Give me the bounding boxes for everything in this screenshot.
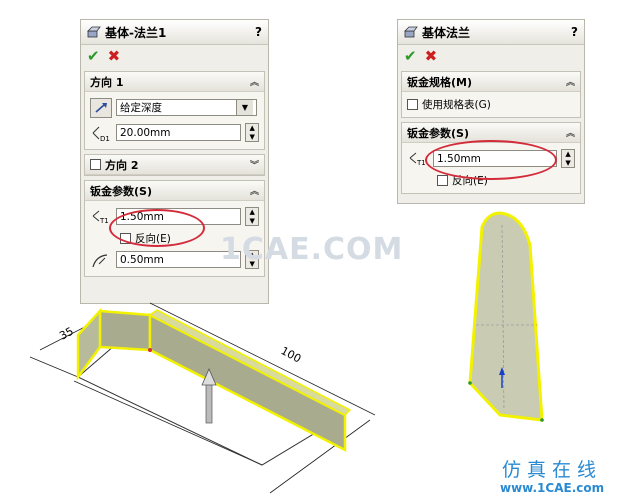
- depth-spinner[interactable]: ▲ ▼: [245, 123, 259, 142]
- bend-radius-icon: [90, 250, 112, 270]
- left-panel-title-bar: 基体-法兰1 ?: [81, 20, 268, 45]
- direction2-checkbox[interactable]: [90, 159, 101, 170]
- dimension-100: 100: [279, 344, 304, 365]
- expand-icon[interactable]: ︾: [250, 158, 259, 171]
- chevron-down-icon[interactable]: ▼: [236, 100, 253, 115]
- collapse-icon[interactable]: ︽: [566, 126, 575, 139]
- confirm-row: ✔ ✖: [398, 45, 584, 67]
- direction1-label: 方向 1: [90, 75, 124, 89]
- reverse-direction-icon[interactable]: [90, 97, 112, 118]
- thickness-spinner[interactable]: ▲ ▼: [561, 149, 575, 168]
- l-flange-model: 35 100: [29, 302, 376, 494]
- collapse-icon[interactable]: ︽: [250, 75, 259, 88]
- cancel-x-icon[interactable]: ✖: [425, 47, 438, 65]
- left-panel-title: 基体-法兰1: [105, 25, 167, 40]
- gauge-group: 钣金规格(M) ︽ 使用规格表(G): [401, 71, 581, 118]
- help-icon[interactable]: ?: [255, 25, 262, 39]
- watermark-url: www.1CAE.com: [500, 481, 605, 495]
- feature-icon: [87, 26, 101, 38]
- use-gauge-table-label: 使用规格表(G): [422, 98, 491, 111]
- thickness-highlight: [109, 209, 205, 247]
- origin-point: [148, 348, 152, 352]
- watermark-logo: 仿真在线 www.1CAE.com: [500, 455, 604, 495]
- watermark-cn: 仿真在线: [502, 459, 603, 481]
- ok-check-icon[interactable]: ✔: [404, 47, 417, 65]
- direction1-header[interactable]: 方向 1 ︽: [85, 72, 264, 92]
- right-panel-title: 基体法兰: [422, 25, 471, 40]
- long-flange-wall: [148, 312, 347, 453]
- depth-symbol: D1: [100, 135, 110, 143]
- watermark-center: 1CAE.COM: [220, 232, 404, 267]
- depth-value: 20.00mm: [120, 126, 171, 139]
- help-icon[interactable]: ?: [571, 25, 578, 39]
- end-condition-value: 给定深度: [120, 102, 162, 114]
- sketch-point: [540, 418, 544, 422]
- direction-arrow-shaft: [205, 382, 213, 424]
- short-flange-wall: [98, 309, 152, 352]
- cancel-x-icon[interactable]: ✖: [108, 47, 121, 65]
- use-gauge-table-checkbox[interactable]: [407, 98, 418, 110]
- collapse-icon[interactable]: ︽: [566, 75, 575, 88]
- tapered-flange-model: [468, 211, 544, 422]
- feature-icon: [404, 26, 418, 38]
- direction2-header[interactable]: 方向 2 ︾: [85, 155, 264, 175]
- collapse-icon[interactable]: ︽: [250, 184, 259, 197]
- thickness-highlight: [425, 140, 557, 180]
- gauge-header[interactable]: 钣金规格(M) ︽: [402, 72, 580, 92]
- tapered-flange-face: [468, 211, 544, 422]
- depth-input[interactable]: 20.00mm: [116, 124, 242, 141]
- gauge-label: 钣金规格(M): [407, 75, 473, 89]
- sheet-metal-params-label: 钣金参数(S): [90, 184, 152, 198]
- direction2-label: 方向 2: [105, 158, 139, 172]
- confirm-row: ✔ ✖: [81, 45, 268, 67]
- bend-radius-value: 0.50mm: [120, 253, 164, 266]
- depth-icon: D1: [90, 123, 112, 143]
- end-condition-select[interactable]: 给定深度 ▼: [116, 99, 257, 116]
- reverse-checkbox[interactable]: [437, 174, 448, 186]
- sheet-metal-params-header[interactable]: 钣金参数(S) ︽: [85, 181, 264, 201]
- thickness-symbol: T1: [99, 217, 109, 225]
- direction1-group: 方向 1 ︽ 给定深度 ▼ D1 20.00mm ▲ ▼: [84, 71, 265, 150]
- ok-check-icon[interactable]: ✔: [87, 47, 100, 65]
- thickness-spinner[interactable]: ▲ ▼: [245, 207, 259, 226]
- thickness-icon: T1: [90, 207, 112, 227]
- sheet-metal-params-label: 钣金参数(S): [407, 126, 469, 140]
- right-panel-title-bar: 基体法兰 ?: [398, 20, 584, 45]
- direction2-group: 方向 2 ︾: [84, 154, 265, 176]
- sketch-point: [468, 381, 472, 385]
